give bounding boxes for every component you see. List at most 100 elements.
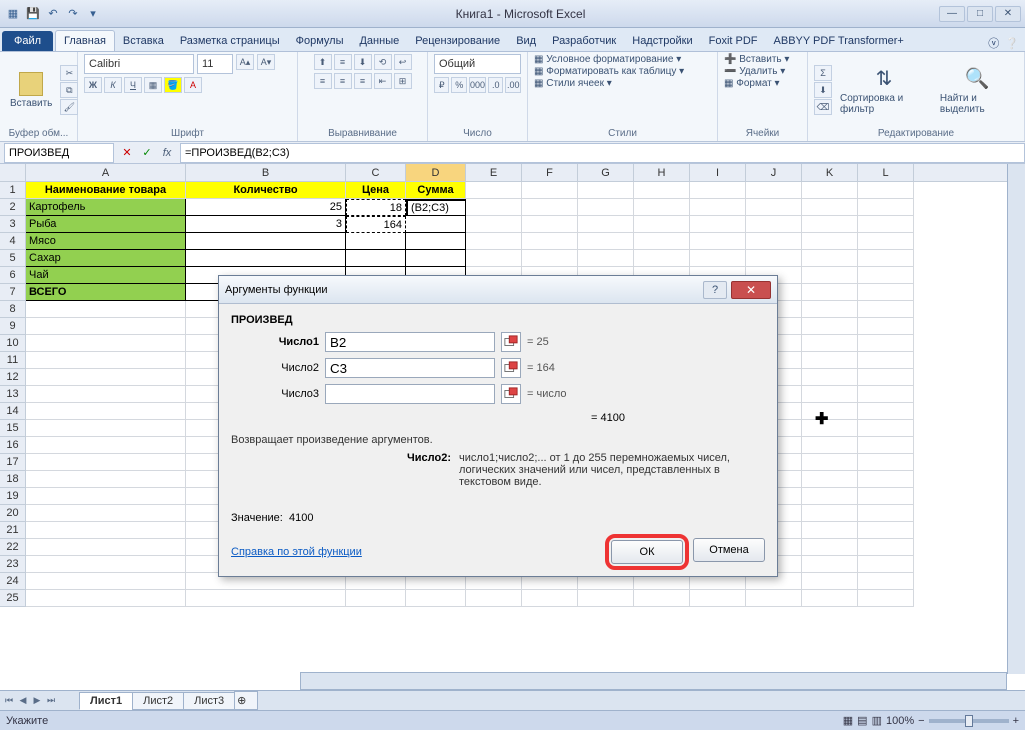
range-select-icon[interactable] bbox=[501, 384, 521, 404]
enter-formula-icon[interactable]: ✓ bbox=[138, 144, 156, 162]
cell-A20[interactable] bbox=[26, 505, 186, 522]
italic-button[interactable]: К bbox=[104, 77, 122, 93]
cut-icon[interactable]: ✂ bbox=[60, 65, 78, 81]
indent-dec-icon[interactable]: ⇤ bbox=[374, 73, 392, 89]
cell-K10[interactable] bbox=[802, 335, 858, 352]
comma-icon[interactable]: 000 bbox=[469, 77, 486, 93]
select-all-corner[interactable] bbox=[0, 164, 26, 182]
cell-K20[interactable] bbox=[802, 505, 858, 522]
cell-H5[interactable] bbox=[634, 250, 690, 267]
close-button[interactable]: ✕ bbox=[995, 6, 1021, 22]
cell-K1[interactable] bbox=[802, 182, 858, 199]
align-bot-icon[interactable]: ⬇ bbox=[354, 54, 372, 70]
cell-K7[interactable] bbox=[802, 284, 858, 301]
sheet-tab-1[interactable]: Лист1 bbox=[79, 692, 133, 710]
cell-J1[interactable] bbox=[746, 182, 802, 199]
cell-L22[interactable] bbox=[858, 539, 914, 556]
row-header[interactable]: 19 bbox=[0, 488, 26, 505]
row-header[interactable]: 1 bbox=[0, 182, 26, 199]
paste-button[interactable]: Вставить bbox=[6, 70, 56, 111]
cell-A24[interactable] bbox=[26, 573, 186, 590]
cell-L21[interactable] bbox=[858, 522, 914, 539]
cell-E3[interactable] bbox=[466, 216, 522, 233]
cell-K2[interactable] bbox=[802, 199, 858, 216]
cell-L25[interactable] bbox=[858, 590, 914, 607]
cell-L11[interactable] bbox=[858, 352, 914, 369]
new-sheet-icon[interactable]: ⊕ bbox=[234, 691, 258, 710]
row-header[interactable]: 17 bbox=[0, 454, 26, 471]
row-header[interactable]: 9 bbox=[0, 318, 26, 335]
view-break-icon[interactable]: ▥ bbox=[872, 714, 882, 727]
cell-J25[interactable] bbox=[746, 590, 802, 607]
ribbon-min-icon[interactable]: ⓥ bbox=[988, 35, 999, 51]
cell-K21[interactable] bbox=[802, 522, 858, 539]
cell-L23[interactable] bbox=[858, 556, 914, 573]
view-normal-icon[interactable]: ▦ bbox=[843, 714, 853, 727]
cell-K17[interactable] bbox=[802, 454, 858, 471]
qat-dropdown-icon[interactable]: ▾ bbox=[84, 5, 102, 23]
align-top-icon[interactable]: ⬆ bbox=[314, 54, 332, 70]
row-header[interactable]: 24 bbox=[0, 573, 26, 590]
cell-A21[interactable] bbox=[26, 522, 186, 539]
cell-L17[interactable] bbox=[858, 454, 914, 471]
cell-G1[interactable] bbox=[578, 182, 634, 199]
col-header-F[interactable]: F bbox=[522, 164, 578, 181]
cell-K13[interactable] bbox=[802, 386, 858, 403]
ok-button[interactable]: ОК bbox=[611, 540, 683, 564]
cell-K22[interactable] bbox=[802, 539, 858, 556]
row-header[interactable]: 20 bbox=[0, 505, 26, 522]
cell-E1[interactable] bbox=[466, 182, 522, 199]
col-header-H[interactable]: H bbox=[634, 164, 690, 181]
merge-icon[interactable]: ⊞ bbox=[394, 73, 412, 89]
cell-B4[interactable] bbox=[186, 233, 346, 250]
cell-D25[interactable] bbox=[406, 590, 466, 607]
col-header-I[interactable]: I bbox=[690, 164, 746, 181]
row-header[interactable]: 8 bbox=[0, 301, 26, 318]
col-header-E[interactable]: E bbox=[466, 164, 522, 181]
cell-D3[interactable] bbox=[406, 216, 466, 233]
cell-C1[interactable]: Цена bbox=[346, 182, 406, 199]
delete-cells-button[interactable]: ➖ Удалить ▾ bbox=[724, 66, 785, 77]
cell-A16[interactable] bbox=[26, 437, 186, 454]
fx-icon[interactable]: fx bbox=[158, 144, 176, 162]
cell-K23[interactable] bbox=[802, 556, 858, 573]
range-select-icon[interactable] bbox=[501, 358, 521, 378]
border-button[interactable]: ▦ bbox=[144, 77, 162, 93]
cell-L13[interactable] bbox=[858, 386, 914, 403]
row-header[interactable]: 15 bbox=[0, 420, 26, 437]
align-right-icon[interactable]: ≡ bbox=[354, 73, 372, 89]
cell-K11[interactable] bbox=[802, 352, 858, 369]
sheet-tab-2[interactable]: Лист2 bbox=[132, 692, 184, 710]
cell-D5[interactable] bbox=[406, 250, 466, 267]
cell-F5[interactable] bbox=[522, 250, 578, 267]
cell-C4[interactable] bbox=[346, 233, 406, 250]
percent-icon[interactable]: % bbox=[451, 77, 466, 93]
tab-addins[interactable]: Надстройки bbox=[624, 31, 700, 51]
row-header[interactable]: 18 bbox=[0, 471, 26, 488]
formula-input[interactable] bbox=[180, 143, 1025, 163]
tab-pagelayout[interactable]: Разметка страницы bbox=[172, 31, 288, 51]
cell-E2[interactable] bbox=[466, 199, 522, 216]
arg-input-2[interactable] bbox=[325, 384, 495, 404]
cell-A12[interactable] bbox=[26, 369, 186, 386]
cell-L20[interactable] bbox=[858, 505, 914, 522]
cell-F1[interactable] bbox=[522, 182, 578, 199]
cell-A13[interactable] bbox=[26, 386, 186, 403]
grow-font-icon[interactable]: A▴ bbox=[236, 54, 254, 70]
row-header[interactable]: 23 bbox=[0, 556, 26, 573]
row-header[interactable]: 13 bbox=[0, 386, 26, 403]
cell-F25[interactable] bbox=[522, 590, 578, 607]
row-header[interactable]: 21 bbox=[0, 522, 26, 539]
cell-A23[interactable] bbox=[26, 556, 186, 573]
cell-A25[interactable] bbox=[26, 590, 186, 607]
align-mid-icon[interactable]: ≡ bbox=[334, 54, 352, 70]
col-header-B[interactable]: B bbox=[186, 164, 346, 181]
copy-icon[interactable]: ⧉ bbox=[60, 82, 78, 98]
cell-A18[interactable] bbox=[26, 471, 186, 488]
tab-developer[interactable]: Разработчик bbox=[544, 31, 624, 51]
row-header[interactable]: 25 bbox=[0, 590, 26, 607]
col-header-L[interactable]: L bbox=[858, 164, 914, 181]
sheet-nav-prev-icon[interactable]: ◀ bbox=[16, 694, 30, 708]
zoom-slider[interactable] bbox=[929, 719, 1009, 723]
cell-C25[interactable] bbox=[346, 590, 406, 607]
